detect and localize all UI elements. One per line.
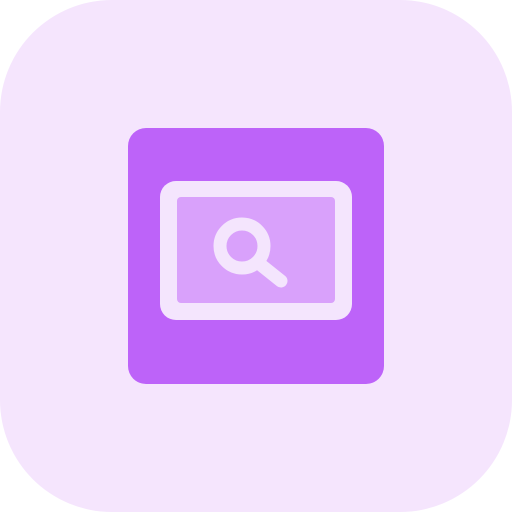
screen-search-icon: [0, 0, 512, 512]
screen-fill: [177, 197, 335, 303]
app-icon: [0, 0, 512, 512]
